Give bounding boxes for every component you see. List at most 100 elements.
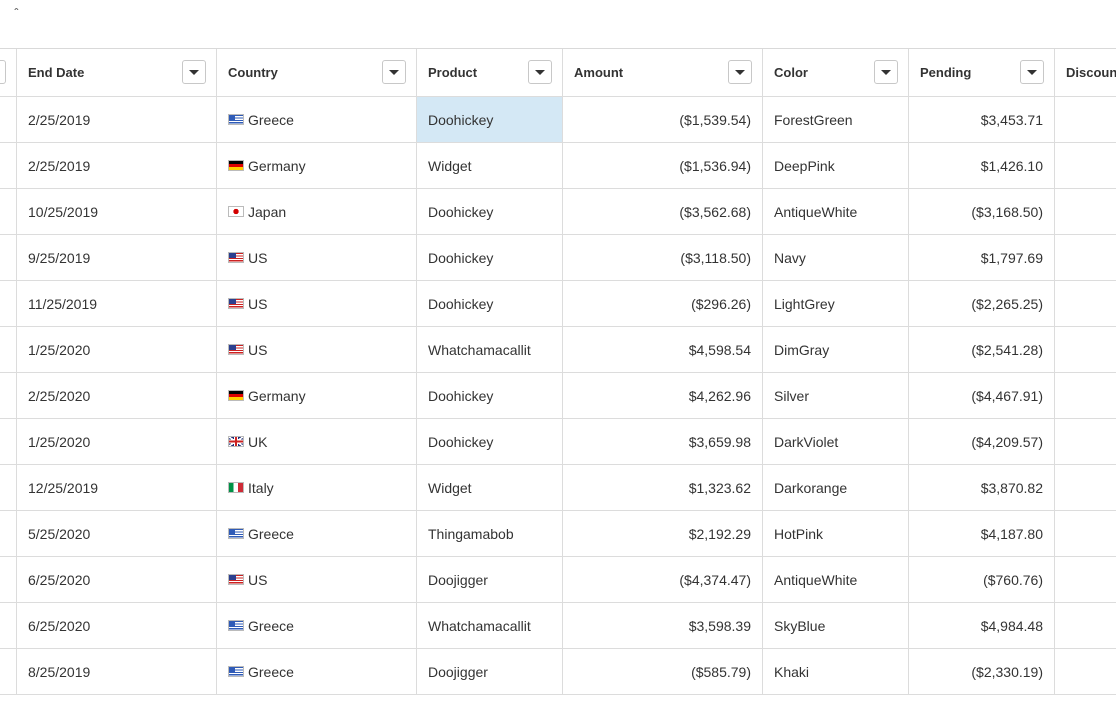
pending-filter-button[interactable] bbox=[1020, 60, 1044, 84]
country-filter-button[interactable] bbox=[382, 60, 406, 84]
cell-discount[interactable] bbox=[1055, 97, 1116, 142]
cell-pending[interactable]: ($760.76) bbox=[909, 557, 1055, 602]
cell-end-date[interactable]: 8/25/2019 bbox=[17, 649, 217, 694]
cell-amount[interactable]: $4,598.54 bbox=[563, 327, 763, 372]
cell-country[interactable]: Japan bbox=[217, 189, 417, 234]
cell-country[interactable]: US bbox=[217, 235, 417, 280]
cell-end-date[interactable]: 6/25/2020 bbox=[17, 557, 217, 602]
cell-country[interactable]: Greece bbox=[217, 603, 417, 648]
cell-pending[interactable]: $1,797.69 bbox=[909, 235, 1055, 280]
cell-discount[interactable] bbox=[1055, 189, 1116, 234]
header-discount[interactable]: Discount bbox=[1055, 49, 1116, 96]
cell-pending[interactable]: $4,187.80 bbox=[909, 511, 1055, 556]
cell-country[interactable]: Greece bbox=[217, 511, 417, 556]
cell-amount[interactable]: ($585.79) bbox=[563, 649, 763, 694]
cell-amount[interactable]: $3,659.98 bbox=[563, 419, 763, 464]
cell-country[interactable]: Germany bbox=[217, 373, 417, 418]
cell-country[interactable]: UK bbox=[217, 419, 417, 464]
cell-product[interactable]: Doojigger bbox=[417, 649, 563, 694]
cell-color[interactable]: ForestGreen bbox=[763, 97, 909, 142]
cell-country[interactable]: Greece bbox=[217, 649, 417, 694]
cell-discount[interactable] bbox=[1055, 649, 1116, 694]
cell-color[interactable]: Darkorange bbox=[763, 465, 909, 510]
cell-discount[interactable] bbox=[1055, 143, 1116, 188]
cell-color[interactable]: Navy bbox=[763, 235, 909, 280]
cell-product[interactable]: Widget bbox=[417, 465, 563, 510]
header-country[interactable]: Country bbox=[217, 49, 417, 96]
cell-color[interactable]: DimGray bbox=[763, 327, 909, 372]
cell-end-date[interactable]: 11/25/2019 bbox=[17, 281, 217, 326]
product-filter-button[interactable] bbox=[528, 60, 552, 84]
cell-end-date[interactable]: 10/25/2019 bbox=[17, 189, 217, 234]
header-amount[interactable]: Amount bbox=[563, 49, 763, 96]
cell-country[interactable]: US bbox=[217, 281, 417, 326]
cell-country[interactable]: Germany bbox=[217, 143, 417, 188]
cell-discount[interactable] bbox=[1055, 327, 1116, 372]
cell-amount[interactable]: ($1,536.94) bbox=[563, 143, 763, 188]
cell-pending[interactable]: $1,426.10 bbox=[909, 143, 1055, 188]
cell-product[interactable]: Doohickey bbox=[417, 281, 563, 326]
cell-color[interactable]: HotPink bbox=[763, 511, 909, 556]
cell-end-date[interactable]: 1/25/2020 bbox=[17, 419, 217, 464]
cell-discount[interactable] bbox=[1055, 511, 1116, 556]
cell-amount[interactable]: ($296.26) bbox=[563, 281, 763, 326]
cell-product[interactable]: Doohickey bbox=[417, 373, 563, 418]
cell-color[interactable]: AntiqueWhite bbox=[763, 189, 909, 234]
partial-dropdown-button[interactable] bbox=[0, 60, 6, 84]
cell-pending[interactable]: $3,870.82 bbox=[909, 465, 1055, 510]
cell-pending[interactable]: ($3,168.50) bbox=[909, 189, 1055, 234]
cell-amount[interactable]: ($3,118.50) bbox=[563, 235, 763, 280]
amount-filter-button[interactable] bbox=[728, 60, 752, 84]
cell-discount[interactable] bbox=[1055, 465, 1116, 510]
cell-pending[interactable]: ($4,209.57) bbox=[909, 419, 1055, 464]
cell-end-date[interactable]: 9/25/2019 bbox=[17, 235, 217, 280]
cell-end-date[interactable]: 6/25/2020 bbox=[17, 603, 217, 648]
cell-end-date[interactable]: 1/25/2020 bbox=[17, 327, 217, 372]
cell-amount[interactable]: $2,192.29 bbox=[563, 511, 763, 556]
cell-product[interactable]: Thingamabob bbox=[417, 511, 563, 556]
cell-color[interactable]: DeepPink bbox=[763, 143, 909, 188]
cell-pending[interactable]: $4,984.48 bbox=[909, 603, 1055, 648]
header-product[interactable]: Product bbox=[417, 49, 563, 96]
cell-discount[interactable] bbox=[1055, 373, 1116, 418]
cell-discount[interactable] bbox=[1055, 557, 1116, 602]
cell-pending[interactable]: ($2,541.28) bbox=[909, 327, 1055, 372]
cell-end-date[interactable]: 2/25/2019 bbox=[17, 97, 217, 142]
cell-product[interactable]: Doohickey bbox=[417, 97, 563, 142]
cell-product[interactable]: Doohickey bbox=[417, 419, 563, 464]
end-date-filter-button[interactable] bbox=[182, 60, 206, 84]
cell-color[interactable]: Khaki bbox=[763, 649, 909, 694]
cell-amount[interactable]: $3,598.39 bbox=[563, 603, 763, 648]
cell-country[interactable]: Italy bbox=[217, 465, 417, 510]
cell-color[interactable]: Silver bbox=[763, 373, 909, 418]
cell-amount[interactable]: $4,262.96 bbox=[563, 373, 763, 418]
cell-end-date[interactable]: 2/25/2019 bbox=[17, 143, 217, 188]
cell-country[interactable]: Greece bbox=[217, 97, 417, 142]
cell-country[interactable]: US bbox=[217, 557, 417, 602]
cell-end-date[interactable]: 2/25/2020 bbox=[17, 373, 217, 418]
cell-pending[interactable]: ($4,467.91) bbox=[909, 373, 1055, 418]
cell-color[interactable]: SkyBlue bbox=[763, 603, 909, 648]
cell-amount[interactable]: $1,323.62 bbox=[563, 465, 763, 510]
cell-amount[interactable]: ($3,562.68) bbox=[563, 189, 763, 234]
header-color[interactable]: Color bbox=[763, 49, 909, 96]
cell-product[interactable]: Widget bbox=[417, 143, 563, 188]
color-filter-button[interactable] bbox=[874, 60, 898, 84]
header-end-date[interactable]: End Date bbox=[17, 49, 217, 96]
cell-product[interactable]: Doojigger bbox=[417, 557, 563, 602]
cell-pending[interactable]: $3,453.71 bbox=[909, 97, 1055, 142]
cell-amount[interactable]: ($4,374.47) bbox=[563, 557, 763, 602]
cell-discount[interactable] bbox=[1055, 419, 1116, 464]
cell-discount[interactable] bbox=[1055, 235, 1116, 280]
cell-pending[interactable]: ($2,265.25) bbox=[909, 281, 1055, 326]
header-pending[interactable]: Pending bbox=[909, 49, 1055, 96]
cell-pending[interactable]: ($2,330.19) bbox=[909, 649, 1055, 694]
cell-amount[interactable]: ($1,539.54) bbox=[563, 97, 763, 142]
cell-color[interactable]: LightGrey bbox=[763, 281, 909, 326]
cell-color[interactable]: DarkViolet bbox=[763, 419, 909, 464]
cell-color[interactable]: AntiqueWhite bbox=[763, 557, 909, 602]
cell-discount[interactable] bbox=[1055, 603, 1116, 648]
cell-product[interactable]: Doohickey bbox=[417, 189, 563, 234]
cell-product[interactable]: Whatchamacallit bbox=[417, 327, 563, 372]
cell-end-date[interactable]: 5/25/2020 bbox=[17, 511, 217, 556]
